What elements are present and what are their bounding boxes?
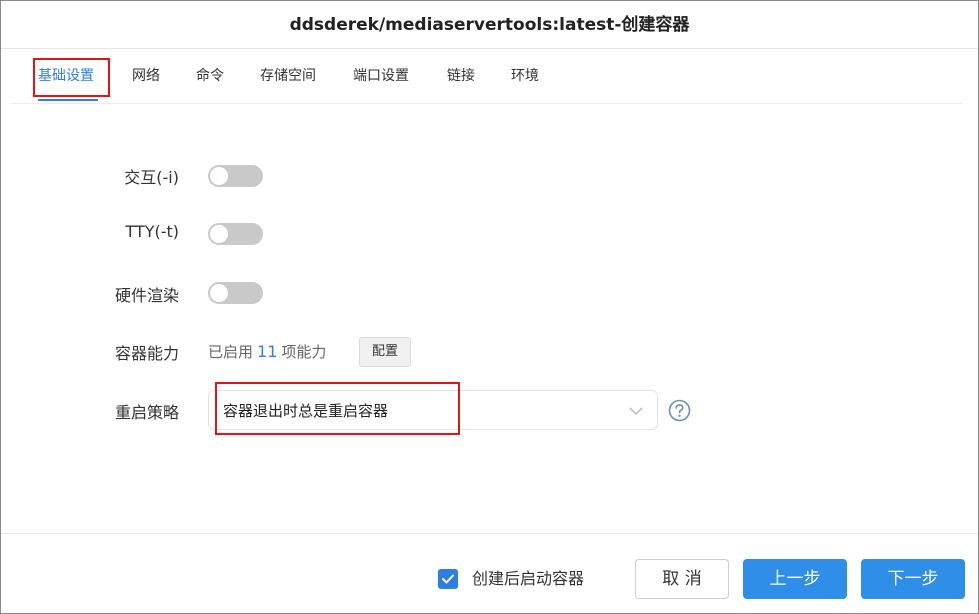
auto-start-checkbox[interactable] <box>438 569 458 589</box>
capabilities-suffix: 项能力 <box>281 343 327 361</box>
tty-toggle[interactable] <box>208 223 263 245</box>
tab-command[interactable]: 命令 <box>196 49 224 103</box>
previous-step-button[interactable]: 上一步 <box>743 559 847 599</box>
tabs-divider <box>12 103 962 104</box>
interactive-toggle[interactable] <box>208 165 263 187</box>
footer-divider <box>1 533 978 534</box>
capabilities-prefix: 已启用 <box>208 343 254 361</box>
tab-environment[interactable]: 环境 <box>511 49 539 103</box>
capabilities-config-button[interactable]: 配置 <box>359 337 411 367</box>
annotation-box-restart-policy <box>215 382 460 435</box>
auto-start-label[interactable]: 创建后启动容器 <box>472 567 584 591</box>
cancel-button[interactable]: 取 消 <box>635 559 729 599</box>
next-step-button[interactable]: 下一步 <box>861 559 965 599</box>
tab-links[interactable]: 链接 <box>447 49 475 103</box>
capabilities-label: 容器能力 <box>114 344 179 363</box>
interactive-label: 交互(-i) <box>124 168 179 187</box>
tab-network[interactable]: 网络 <box>132 49 160 103</box>
active-tab-indicator <box>38 99 98 101</box>
chevron-down-icon <box>629 407 643 415</box>
toggle-knob <box>210 167 228 185</box>
help-icon[interactable] <box>668 399 691 422</box>
tab-port-settings[interactable]: 端口设置 <box>353 49 409 103</box>
toggle-knob <box>210 225 228 243</box>
tty-label: TTY(-t) <box>125 222 179 241</box>
toggle-knob <box>210 284 228 302</box>
capabilities-count: 11 <box>257 342 278 361</box>
dialog-title: ddsderek/mediaservertools:latest-创建容器 <box>289 15 690 35</box>
capabilities-summary: 已启用 11 项能力 <box>208 340 326 364</box>
checkmark-icon <box>442 574 454 584</box>
tab-bar: 基础设置 网络 命令 存储空间 端口设置 链接 环境 <box>0 49 979 103</box>
tab-storage[interactable]: 存储空间 <box>260 49 316 103</box>
hardware-render-label: 硬件渲染 <box>114 286 179 305</box>
hardware-render-toggle[interactable] <box>208 282 263 304</box>
annotation-box-tab <box>33 58 110 97</box>
restart-policy-label: 重启策略 <box>114 403 179 422</box>
